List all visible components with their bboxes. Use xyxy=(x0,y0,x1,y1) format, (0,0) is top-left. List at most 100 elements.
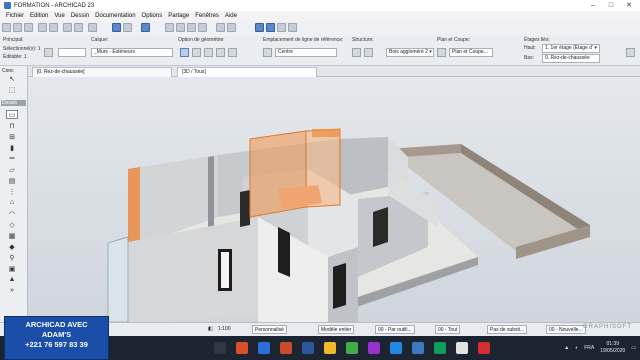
fit-window-icon[interactable] xyxy=(198,23,207,32)
door-icon[interactable]: ⊓ xyxy=(6,121,18,130)
cutaway-icon[interactable] xyxy=(266,23,275,32)
edge-icon[interactable] xyxy=(258,342,270,354)
archicad-icon[interactable] xyxy=(412,342,424,354)
notepad-icon[interactable] xyxy=(456,342,468,354)
scale-icon[interactable]: ◧ xyxy=(208,325,213,334)
floor-plan-icon[interactable] xyxy=(74,23,83,32)
maximize-icon[interactable]: □ xyxy=(602,0,620,11)
recorder-icon[interactable] xyxy=(478,342,490,354)
column-icon[interactable]: ▮ xyxy=(6,143,18,152)
word-icon[interactable] xyxy=(302,342,314,354)
menu-documentation[interactable]: Documentation xyxy=(92,13,138,19)
roof-icon[interactable]: ⌂ xyxy=(6,198,18,207)
object-icon[interactable]: ⚲ xyxy=(6,253,18,262)
curtain-wall-icon[interactable]: ▦ xyxy=(6,231,18,240)
language-indicator[interactable]: FRA xyxy=(584,345,594,351)
teamwork-icon[interactable] xyxy=(277,23,286,32)
grid-snap-icon[interactable] xyxy=(141,23,150,32)
shell-icon[interactable]: ◠ xyxy=(6,209,18,218)
premiere-icon[interactable] xyxy=(368,342,380,354)
favorites-dropdown[interactable] xyxy=(58,48,86,57)
window-icon[interactable]: ⊞ xyxy=(6,132,18,141)
straight-wall-icon[interactable] xyxy=(180,48,189,57)
3d-window-icon[interactable] xyxy=(63,23,72,32)
file-explorer-icon[interactable] xyxy=(324,342,336,354)
chain-wall-icon[interactable] xyxy=(228,48,237,57)
snap-icon[interactable] xyxy=(123,23,132,32)
notification-icon[interactable]: ▭ xyxy=(631,345,636,351)
layer-combination-select[interactable]: 00 - Tout xyxy=(435,325,461,334)
marquee-icon[interactable]: ⬚ xyxy=(6,85,18,94)
3d-viewport[interactable] xyxy=(28,77,640,322)
polygonal-wall-icon[interactable] xyxy=(216,48,225,57)
stair-icon[interactable]: ▤ xyxy=(6,176,18,185)
filter-icon[interactable] xyxy=(255,23,264,32)
plan-coupe-icon[interactable] xyxy=(437,48,446,57)
scale-value[interactable]: 1:100 xyxy=(218,325,231,334)
open-icon[interactable] xyxy=(2,23,11,32)
ref-line-icon[interactable] xyxy=(263,48,272,57)
wall-icon[interactable]: ▭ xyxy=(6,110,18,119)
slab-icon[interactable]: ▱ xyxy=(6,165,18,174)
skylight-icon[interactable]: ◇ xyxy=(6,220,18,229)
volume-icon[interactable]: ◐ xyxy=(575,345,578,351)
undo-icon[interactable] xyxy=(38,23,47,32)
mesh-icon[interactable]: ▲ xyxy=(6,275,18,284)
office-icon[interactable] xyxy=(236,342,248,354)
bimx-taskbar-icon[interactable] xyxy=(434,342,446,354)
structure-select[interactable]: Bois aggloméré 2 ▾ xyxy=(386,48,434,57)
menu-partage[interactable]: Partage xyxy=(165,13,192,19)
infobox-menu-icon[interactable] xyxy=(626,48,635,57)
redo-icon[interactable] xyxy=(49,23,58,32)
bas-select[interactable]: 0. Rez-de-chaussée xyxy=(542,54,600,63)
filter-select[interactable]: 00 - Nouvelle... xyxy=(546,325,586,334)
renovation-filter-select[interactable]: Pas de substi... xyxy=(487,325,528,334)
close-icon[interactable]: ✕ xyxy=(620,0,638,11)
composite-icon[interactable] xyxy=(364,48,373,57)
menu-vue[interactable]: Vue xyxy=(51,13,67,19)
menu-options[interactable]: Options xyxy=(139,13,166,19)
haut-select[interactable]: 1. 1er étage (Étage d' ▾ xyxy=(542,44,600,53)
bimx-icon[interactable] xyxy=(288,23,297,32)
morph-icon[interactable]: ◆ xyxy=(6,242,18,251)
ref-line-select[interactable]: Centre xyxy=(275,48,337,57)
beam-icon[interactable]: ═ xyxy=(6,154,18,163)
excel-icon[interactable] xyxy=(346,342,358,354)
photos-icon[interactable] xyxy=(390,342,402,354)
pointer-icon[interactable]: ↖ xyxy=(6,74,18,83)
pan-icon[interactable] xyxy=(176,23,185,32)
minimize-icon[interactable]: – xyxy=(584,0,602,11)
tab-3d[interactable]: [3D / Tous] xyxy=(177,67,317,77)
save-icon[interactable] xyxy=(13,23,22,32)
ruler-icon[interactable] xyxy=(88,23,97,32)
camera-icon[interactable] xyxy=(227,23,236,32)
orbit-icon[interactable] xyxy=(165,23,174,32)
curved-wall-icon[interactable] xyxy=(192,48,201,57)
building-3d-model[interactable] xyxy=(28,77,640,322)
guide-lines-icon[interactable] xyxy=(112,23,121,32)
zoom-icon[interactable] xyxy=(187,23,196,32)
menu-edition[interactable]: Edition xyxy=(27,13,51,19)
menu-fichier[interactable]: Fichier xyxy=(3,13,27,19)
graphic-override-select[interactable]: 00 - Par outili... xyxy=(375,325,415,334)
menu-fenetres[interactable]: Fenêtres xyxy=(192,13,222,19)
model-view-select[interactable]: Modèle entier xyxy=(318,325,355,334)
zone-icon[interactable]: ▣ xyxy=(6,264,18,273)
task-view-icon[interactable] xyxy=(214,342,226,354)
structure-type-icon[interactable] xyxy=(352,48,361,57)
calque-select[interactable]: _Murs - Extérieurs xyxy=(91,48,173,57)
menu-dessin[interactable]: Dessin xyxy=(68,13,92,19)
more-icon[interactable]: » xyxy=(6,286,18,295)
tab-floor-plan[interactable]: [0. Rez-de-chaussée] xyxy=(32,67,172,77)
wall-tool-icon[interactable] xyxy=(44,48,53,57)
menu-aide[interactable]: Aide xyxy=(222,13,240,19)
network-icon[interactable]: ▲ xyxy=(564,345,569,351)
powerpoint-icon[interactable] xyxy=(280,342,292,354)
clock[interactable]: 01:39 19/05/2020 xyxy=(600,341,625,355)
railing-icon[interactable]: ⋮ xyxy=(6,187,18,196)
pen-set-select[interactable]: Personnalisé xyxy=(252,325,287,334)
print-icon[interactable] xyxy=(24,23,33,32)
render-icon[interactable] xyxy=(216,23,225,32)
trapezoid-wall-icon[interactable] xyxy=(204,48,213,57)
plan-coupe-button[interactable]: Plan et Coupe... xyxy=(449,48,493,57)
